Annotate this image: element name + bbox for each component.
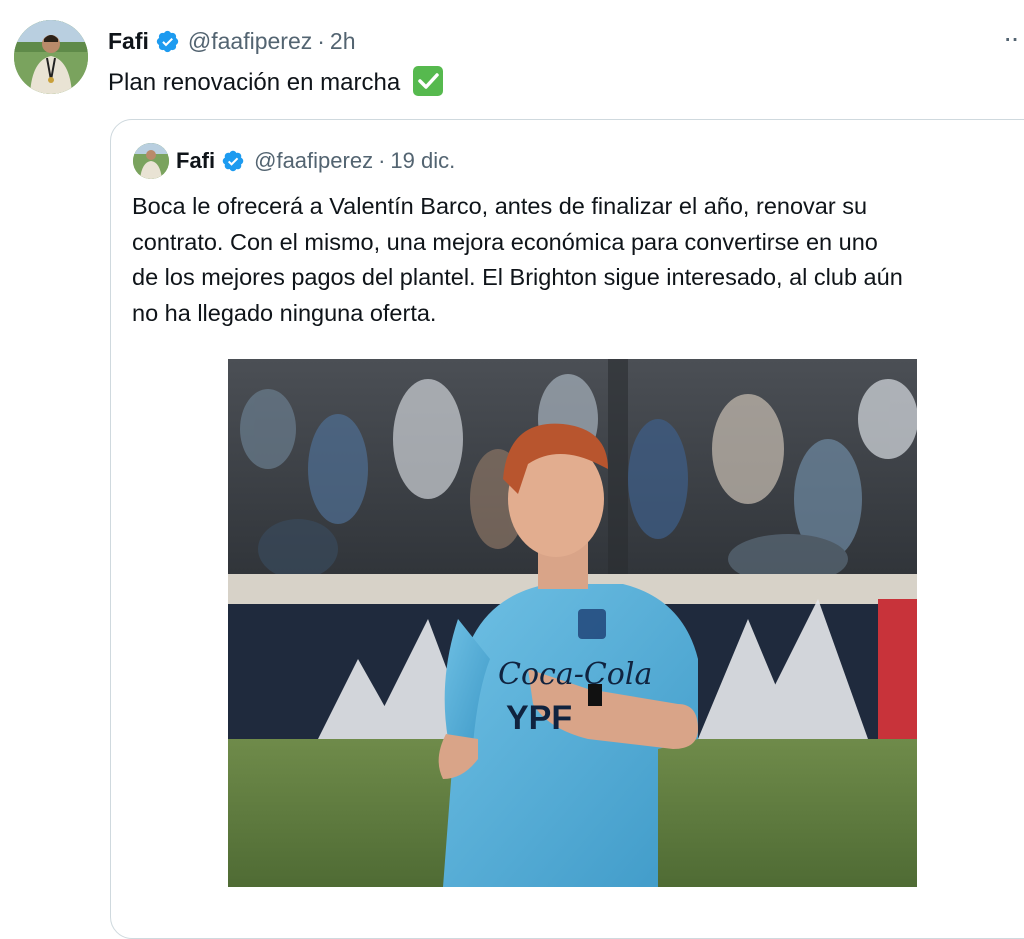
separator-dot: · <box>378 148 386 173</box>
tweet-header: Fafi @faafiperez · 2h <box>108 26 356 56</box>
verified-badge-icon <box>221 149 245 173</box>
quoted-author-handle[interactable]: @faafiperez <box>254 148 373 174</box>
profile-photo-icon <box>14 20 88 94</box>
tweet-body: Plan renovación en marcha <box>108 69 401 96</box>
quoted-author-avatar[interactable] <box>133 143 169 179</box>
separator-dot: · <box>317 27 325 54</box>
more-options-icon[interactable]: ·· <box>1003 24 1020 52</box>
sponsor-ypf: YPF <box>506 699 572 737</box>
quoted-text-line: contrato. Con el mismo, una mejora econó… <box>132 228 878 255</box>
quoted-text-line: no ha llegado ninguna oferta. <box>132 299 437 326</box>
tweet-timestamp[interactable]: 2h <box>330 28 356 55</box>
quoted-tweet-text: Boca le ofrecerá a Valentín Barco, antes… <box>132 189 1022 331</box>
author-avatar[interactable] <box>14 20 88 94</box>
author-handle[interactable]: @faafiperez <box>188 28 312 55</box>
player-photo: Coca-Cola YPF <box>228 359 917 887</box>
quoted-author-name[interactable]: Fafi <box>176 148 215 174</box>
white-check-mark-icon <box>412 66 443 96</box>
sponsor-coca-cola: Coca-Cola <box>498 657 652 692</box>
quoted-text-line: de los mejores pagos del plantel. El Bri… <box>132 264 903 290</box>
quoted-tweet-timestamp[interactable]: 19 dic. <box>390 148 455 174</box>
quoted-text-line: Boca le ofrecerá a Valentín Barco, antes… <box>132 193 868 219</box>
tweet-text: Plan renovación en marcha <box>108 66 443 99</box>
author-name[interactable]: Fafi <box>108 28 149 55</box>
quoted-tweet-header: Fafi @faafiperez · 19 dic. <box>176 146 455 176</box>
profile-photo-icon <box>133 143 169 179</box>
tweet-photo[interactable]: Coca-Cola YPF <box>228 359 917 887</box>
verified-badge-icon <box>155 29 180 54</box>
